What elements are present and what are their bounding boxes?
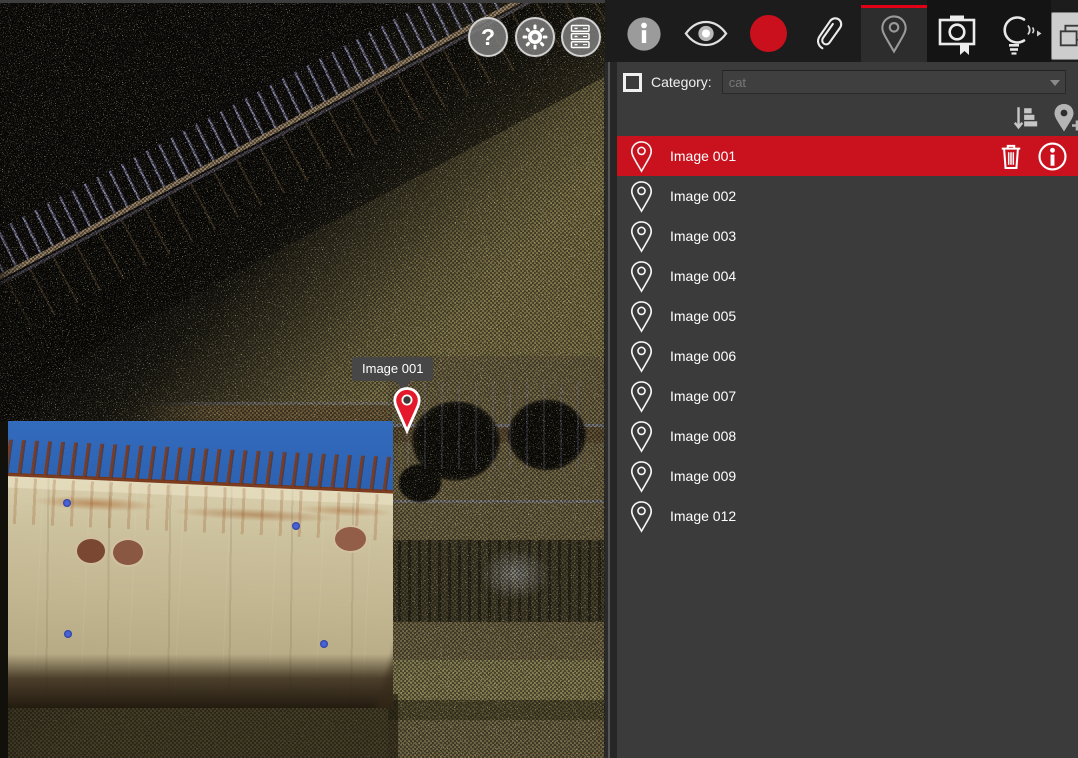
- image-pin-list: Image 001: [617, 136, 1078, 536]
- row-actions: [999, 141, 1078, 172]
- photo-bottom-shadow: [8, 654, 393, 708]
- pin-info-button[interactable]: [1037, 141, 1068, 172]
- photo-blue-target-dot: [64, 630, 72, 638]
- list-item[interactable]: Image 001: [617, 136, 1078, 176]
- add-map-pin-icon: [1052, 103, 1078, 134]
- marker-tooltip: Image 001: [352, 357, 433, 381]
- info-circle-icon: [1037, 141, 1068, 172]
- paperclip-icon: [811, 14, 849, 54]
- list-item-label: Image 008: [670, 428, 736, 444]
- map-pin-icon: [629, 460, 654, 493]
- overlapping-windows-icon: [1057, 22, 1078, 50]
- tab-info[interactable]: [613, 0, 675, 62]
- panel-toolbar: [605, 0, 1078, 62]
- eye-icon: [684, 19, 728, 48]
- map-pin-icon: [629, 180, 654, 213]
- tab-image-pins[interactable]: [861, 5, 927, 62]
- info-icon: [625, 15, 663, 53]
- pointcloud-left-edge: [0, 421, 8, 758]
- help-button[interactable]: ?: [468, 17, 508, 57]
- pins-panel: Category:: [617, 62, 1078, 758]
- list-item-label: Image 002: [670, 188, 736, 204]
- tab-illumination[interactable]: [989, 0, 1051, 62]
- list-item[interactable]: Image 004: [617, 256, 1078, 296]
- add-pin-button[interactable]: [1052, 103, 1078, 134]
- lightbulb-icon: [997, 11, 1043, 57]
- photo-rust-spot: [111, 538, 145, 567]
- map-pin-icon: [629, 300, 654, 333]
- pointcloud-viewport[interactable]: Image 001 ?: [0, 0, 605, 758]
- category-checkbox[interactable]: [623, 73, 642, 92]
- list-item-label: Image 009: [670, 468, 736, 484]
- list-item[interactable]: Image 012: [617, 496, 1078, 536]
- photo-blue-target-dot: [63, 499, 71, 507]
- map-pin-icon: [629, 500, 654, 533]
- server-list-icon: [569, 24, 593, 50]
- tab-record[interactable]: [737, 0, 799, 62]
- camera-bookmark-icon: [937, 11, 979, 57]
- tab-attachments[interactable]: [799, 0, 861, 62]
- category-input[interactable]: [722, 70, 1066, 94]
- list-item-label: Image 006: [670, 348, 736, 364]
- settings-button[interactable]: [515, 17, 555, 57]
- category-filter-row: Category:: [617, 66, 1078, 98]
- sort-button[interactable]: [1012, 104, 1040, 133]
- panel-toggle-button[interactable]: [1051, 12, 1078, 60]
- map-pin-icon: [629, 220, 654, 253]
- list-item[interactable]: Image 009: [617, 456, 1078, 496]
- list-item-label: Image 007: [670, 388, 736, 404]
- photo-blue-target-dot: [320, 640, 328, 648]
- photo-rust-spot: [333, 525, 368, 553]
- map-pin-icon: [629, 420, 654, 453]
- category-label: Category:: [651, 74, 712, 90]
- list-item-label: Image 001: [670, 148, 736, 164]
- toolbar-dark-group: [927, 0, 1051, 62]
- list-item-label: Image 004: [670, 268, 736, 284]
- gear-icon: [522, 24, 548, 50]
- tab-snapshot[interactable]: [927, 0, 989, 62]
- trash-icon: [999, 142, 1023, 170]
- panel-scrollbar-gutter[interactable]: [604, 62, 617, 758]
- list-item[interactable]: Image 007: [617, 376, 1078, 416]
- sort-ascending-icon: [1012, 104, 1040, 133]
- list-item[interactable]: Image 003: [617, 216, 1078, 256]
- delete-pin-button[interactable]: [999, 142, 1023, 170]
- map-pin-icon: [629, 260, 654, 293]
- list-item[interactable]: Image 005: [617, 296, 1078, 336]
- list-item[interactable]: Image 008: [617, 416, 1078, 456]
- map-pin-icon: [629, 380, 654, 413]
- list-tools-row: [617, 100, 1078, 136]
- map-pin-icon: [879, 14, 909, 54]
- image-pin-marker[interactable]: [391, 386, 423, 439]
- question-icon: ?: [481, 24, 495, 51]
- toolbar-spacer: [605, 0, 613, 62]
- map-pin-icon: [391, 386, 423, 434]
- window-top-strip: [0, 0, 605, 3]
- map-pin-icon: [629, 340, 654, 373]
- list-item[interactable]: Image 002: [617, 176, 1078, 216]
- list-item[interactable]: Image 006: [617, 336, 1078, 376]
- photo-blue-target-dot: [292, 522, 300, 530]
- photo-rust-spot: [75, 537, 107, 565]
- list-item-label: Image 005: [670, 308, 736, 324]
- red-circle-icon: [750, 15, 787, 52]
- map-pin-icon: [629, 140, 654, 173]
- view-list-button[interactable]: [561, 17, 601, 57]
- tab-visibility[interactable]: [675, 0, 737, 62]
- category-input-wrap: [722, 70, 1066, 94]
- submenu-arrow-icon: [1037, 30, 1042, 36]
- list-item-label: Image 012: [670, 508, 736, 524]
- list-item-label: Image 003: [670, 228, 736, 244]
- application-window: Image 001 ?: [0, 0, 1078, 758]
- photo-inset[interactable]: [8, 421, 393, 708]
- marker-tooltip-label: Image 001: [362, 361, 423, 376]
- chevron-down-icon: [1050, 80, 1060, 91]
